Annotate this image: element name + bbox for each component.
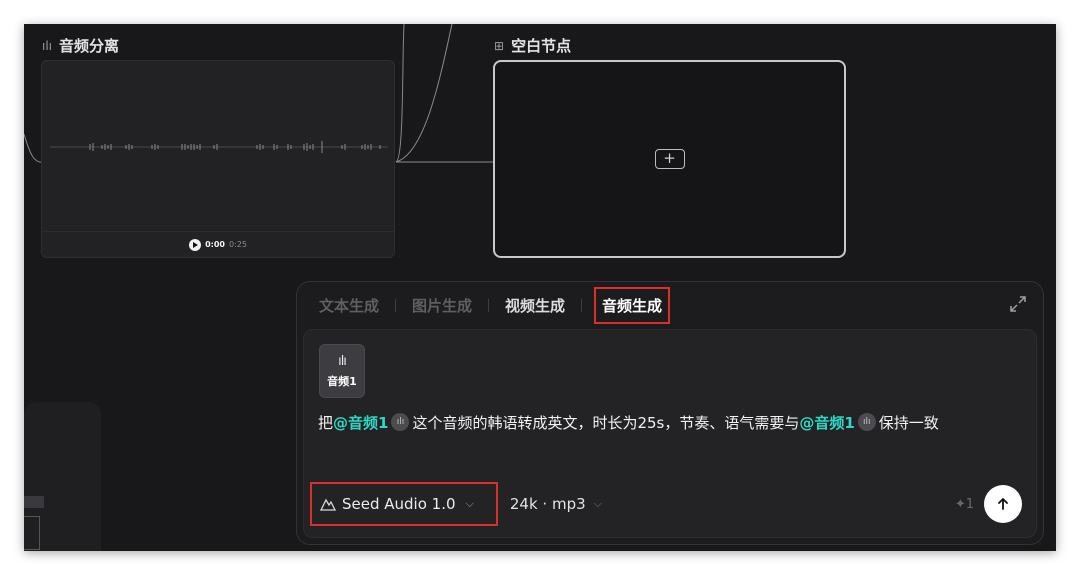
tab-video-generation[interactable]: 视频生成 — [503, 295, 567, 316]
tab-text-generation[interactable]: 文本生成 — [317, 295, 381, 316]
add-node-icon[interactable]: + — [654, 149, 685, 169]
chevron-down-icon: ⌵ — [465, 497, 474, 510]
blank-node-title: ⊞ 空白节点 — [494, 37, 572, 55]
attachment-label: 音频1 — [327, 374, 357, 388]
audio-wave-icon: ılı — [338, 353, 347, 369]
audio-node-title: ılı 音频分离 — [42, 37, 120, 55]
credit-cost: ✦1 — [954, 496, 974, 512]
mountain-icon — [320, 498, 336, 511]
offscreen-bar — [24, 496, 44, 508]
audio-wave-icon: ılı — [857, 412, 876, 431]
arrow-up-icon — [998, 498, 1008, 510]
sparkle-icon: ✦ — [954, 496, 966, 512]
tab-divider — [581, 298, 583, 312]
expand-icon[interactable] — [1009, 295, 1027, 313]
tab-audio-generation[interactable]: 音频生成 — [594, 286, 671, 324]
waveform — [50, 141, 388, 153]
audio-player-controls: 0:00 0:25 — [42, 231, 394, 257]
duration: 0:25 — [228, 240, 247, 249]
tab-divider — [395, 298, 397, 312]
add-box-icon: ⊞ — [494, 38, 505, 53]
tab-divider — [488, 298, 490, 312]
prompt-composer[interactable]: ılı 音频1 把@音频1 ılı 这个音频的韩语转成英文，时长为25s，节奏、语气… — [303, 329, 1037, 538]
audio-wave-icon: ılı — [391, 412, 410, 431]
format-select[interactable]: 24k · mp3 ⌵ — [510, 495, 602, 513]
blank-node-card[interactable]: + — [493, 60, 846, 258]
audio-wave-icon: ılı — [42, 38, 53, 53]
model-label: Seed Audio 1.0 — [342, 495, 456, 513]
audio-node-card[interactable]: 0:00 0:25 — [41, 60, 395, 258]
send-button[interactable] — [984, 485, 1022, 523]
offscreen-frame — [24, 516, 40, 550]
canvas-frame: ılı 音频分离 0:00 0:25 ⊞ 空白节点 + 文本生成 图片生成 视频… — [24, 24, 1056, 551]
current-time: 0:00 — [205, 240, 225, 249]
composer-toolbar: Seed Audio 1.0 ⌵ 24k · mp3 ⌵ ✦1 — [310, 482, 1022, 526]
tab-image-generation[interactable]: 图片生成 — [410, 295, 474, 316]
generation-panel: 文本生成 图片生成 视频生成 音频生成 ılı 音频1 把@音频1 ılı 这个音频… — [296, 281, 1044, 545]
mention-audio[interactable]: @音频1 — [799, 414, 854, 432]
prompt-text[interactable]: 把@音频1 ılı 这个音频的韩语转成英文，时长为25s，节奏、语气需要与@音频1 ı… — [318, 412, 1016, 434]
composer-actions: ✦1 — [955, 485, 1022, 523]
model-select[interactable]: Seed Audio 1.0 ⌵ — [310, 482, 498, 526]
attachment-audio[interactable]: ılı 音频1 — [319, 344, 365, 398]
generation-tabs: 文本生成 图片生成 视频生成 音频生成 — [317, 286, 671, 324]
mention-audio[interactable]: @音频1 — [333, 414, 388, 432]
format-label: 24k · mp3 — [509, 495, 586, 513]
play-icon[interactable] — [189, 238, 202, 251]
chevron-down-icon: ⌵ — [593, 497, 602, 510]
